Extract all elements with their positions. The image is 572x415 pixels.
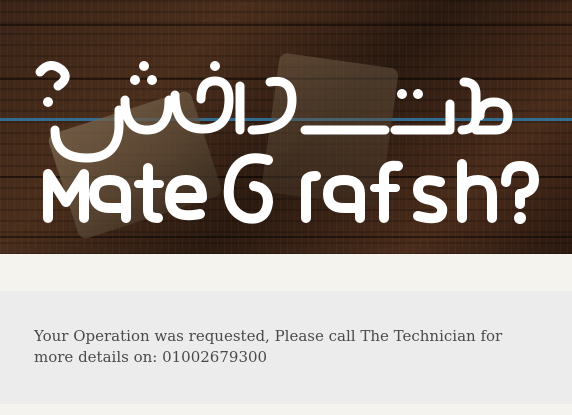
logo-arabic-dot xyxy=(130,75,140,85)
logo-arabic-dot xyxy=(139,61,149,71)
question-mark-icon xyxy=(501,161,539,209)
logo-arabic-stroke xyxy=(247,76,297,135)
logo-latin-stroke xyxy=(143,163,163,223)
site-logo xyxy=(35,61,539,224)
logo-arabic-stroke xyxy=(120,95,174,135)
logo-arabic-stroke xyxy=(50,105,124,163)
status-message-box: Your Operation was requested, Please cal… xyxy=(0,291,572,404)
logo-latin-stroke xyxy=(301,171,321,223)
logo-arabic-dot xyxy=(210,61,220,71)
logo-latin-stroke xyxy=(223,153,273,224)
logo-latin-stroke xyxy=(165,175,207,221)
logo-latin-stroke xyxy=(43,169,89,223)
logo-arabic-stroke xyxy=(170,76,234,134)
logo-latin-stroke xyxy=(413,175,448,224)
logo-arabic-dot xyxy=(413,89,423,99)
question-mark-dot xyxy=(514,212,526,224)
logo-arabic-dot xyxy=(147,75,157,85)
logo-latin-stroke xyxy=(89,175,131,223)
logo-arabic-stroke xyxy=(35,61,70,91)
logo-latin-stroke xyxy=(323,175,365,223)
logo-arabic-stroke xyxy=(457,77,481,135)
spacer-band xyxy=(0,404,572,415)
logo-arabic-stroke xyxy=(471,97,513,135)
logo-arabic-stroke xyxy=(390,99,455,135)
header-banner xyxy=(0,0,572,254)
logo-latin-stroke xyxy=(457,159,497,223)
status-message-text: Your Operation was requested, Please cal… xyxy=(34,327,503,366)
spacer-band xyxy=(0,254,572,291)
logo-arabic-dot xyxy=(397,89,407,99)
logo-arabic-dot xyxy=(43,97,53,107)
